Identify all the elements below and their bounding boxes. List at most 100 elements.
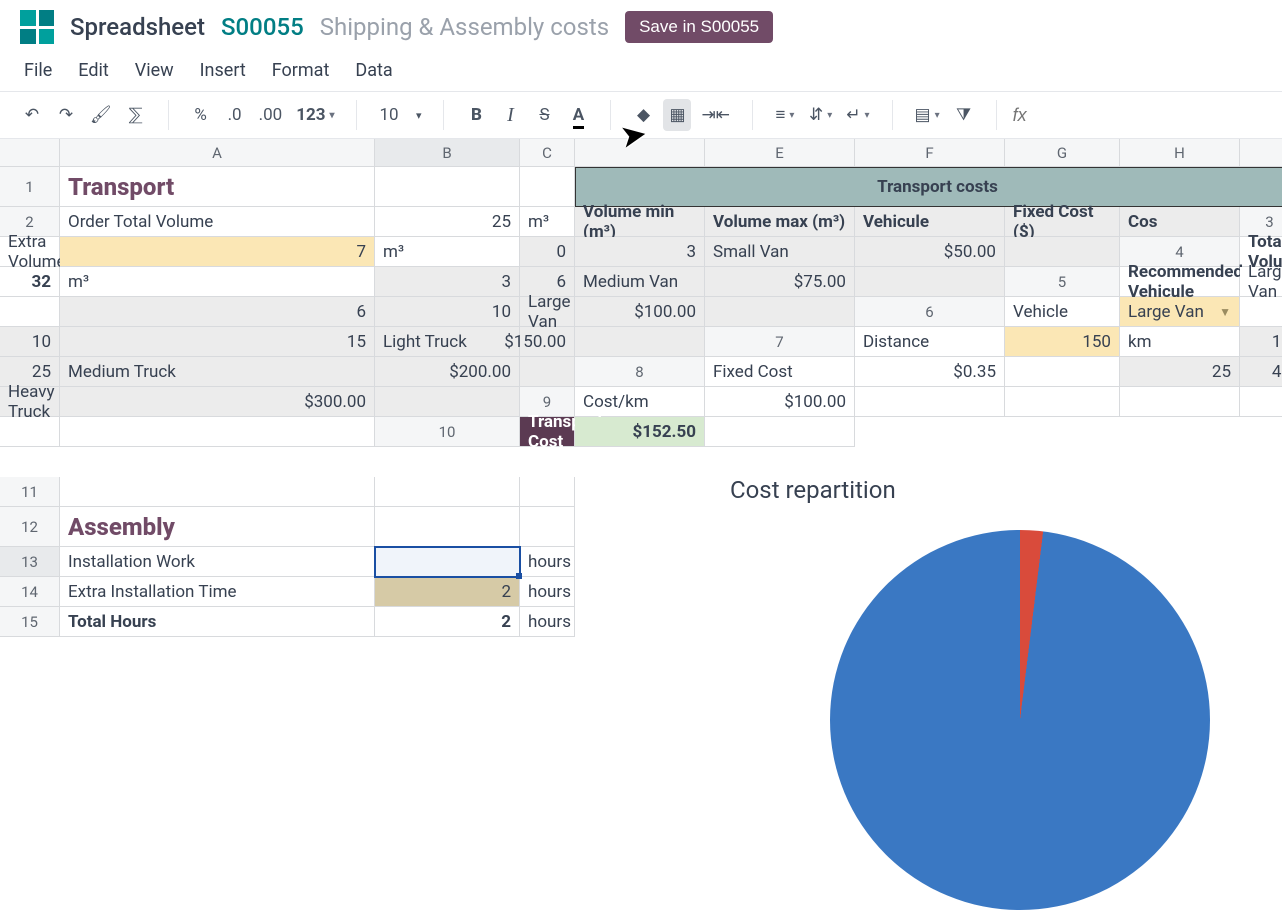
cell[interactable] (855, 387, 1005, 417)
cell[interactable]: 3 (375, 267, 520, 297)
cell[interactable]: $100.00 (575, 297, 705, 327)
cell[interactable] (375, 507, 520, 547)
cell[interactable]: Transport (60, 167, 375, 207)
cell[interactable] (375, 167, 520, 207)
cell[interactable] (575, 327, 705, 357)
menu-file[interactable]: File (24, 60, 52, 81)
cell[interactable]: Small Van (705, 237, 855, 267)
cell[interactable]: 40 (1240, 357, 1282, 387)
paint-format-button[interactable]: 🖌 (86, 99, 116, 131)
cell[interactable] (1240, 297, 1282, 327)
cell[interactable]: $200.00 (375, 357, 520, 387)
formula-bar[interactable] (1007, 104, 1272, 127)
decrease-decimal-button[interactable]: .0 (221, 99, 249, 131)
cell[interactable] (0, 417, 60, 447)
cell[interactable]: 25 (1120, 357, 1240, 387)
fill-color-button[interactable]: ◆ (629, 99, 657, 131)
cell[interactable]: 150 (1005, 327, 1120, 357)
menu-edit[interactable]: Edit (78, 60, 108, 81)
cell[interactable]: Assembly (60, 507, 375, 547)
col-header-E[interactable]: E (705, 139, 855, 167)
selected-cell[interactable] (375, 547, 520, 577)
row-header[interactable]: 11 (0, 477, 60, 507)
cell[interactable]: Cos (1120, 207, 1240, 237)
save-button[interactable]: Save in S00055 (625, 11, 773, 43)
cell[interactable]: m³ (60, 267, 375, 297)
menu-view[interactable]: View (135, 60, 174, 81)
cell[interactable]: Extra Installation Time (60, 577, 375, 607)
cell[interactable]: 6 (60, 297, 375, 327)
cell[interactable] (1120, 387, 1240, 417)
cell[interactable]: Large Van (520, 297, 575, 327)
cell[interactable]: Heavy Truck (0, 387, 60, 417)
vertical-align-dropdown[interactable]: ⇵ (805, 99, 836, 131)
row-header[interactable]: 1 (0, 167, 60, 207)
row-header[interactable]: 7 (705, 327, 855, 357)
cell[interactable]: $300.00 (60, 387, 375, 417)
cell[interactable]: 15 (1240, 327, 1282, 357)
merge-cells-button[interactable]: ⇥⇤ (697, 99, 734, 131)
cell[interactable]: 0 (520, 237, 575, 267)
select-all-corner[interactable] (0, 139, 60, 167)
strike-button[interactable]: S (530, 99, 558, 131)
cell[interactable]: hours (520, 577, 575, 607)
cell[interactable]: Fixed Cost ($) (1005, 207, 1120, 237)
cell[interactable]: Fixed Cost (705, 357, 855, 387)
cell[interactable]: Total Hours (60, 607, 375, 637)
cell[interactable]: Recommended Vehicule (1120, 267, 1240, 297)
cell[interactable] (1005, 357, 1120, 387)
increase-decimal-button[interactable]: .00 (255, 99, 287, 131)
cell[interactable]: $50.00 (855, 237, 1005, 267)
bold-button[interactable]: B (462, 99, 490, 131)
row-header[interactable]: 13 (0, 547, 60, 577)
cell[interactable]: 2 (375, 607, 520, 637)
cell[interactable]: Extra Volume (0, 237, 60, 267)
borders-button[interactable]: ▦ (663, 99, 691, 131)
cell[interactable] (705, 297, 855, 327)
cell[interactable] (0, 297, 60, 327)
font-size-dropdown[interactable]: 10 ▾ (375, 99, 425, 131)
cell[interactable]: Installation Work (60, 547, 375, 577)
cell[interactable]: Vehicule (855, 207, 1005, 237)
filter-button[interactable]: ⧩ (950, 99, 978, 131)
cell[interactable]: 3 (575, 237, 705, 267)
cell[interactable] (855, 267, 1005, 297)
cell[interactable]: Light Truck (375, 327, 520, 357)
undo-button[interactable]: ↶ (18, 99, 46, 131)
clear-format-button[interactable]: ⅀ (122, 99, 150, 131)
cell[interactable] (60, 417, 375, 447)
italic-button[interactable]: I (496, 99, 524, 131)
cell[interactable]: Volume max (m³) (705, 207, 855, 237)
col-header-H[interactable]: H (1120, 139, 1240, 167)
insert-link-dropdown[interactable]: ▤ (911, 99, 944, 131)
col-header-B[interactable]: B (375, 139, 520, 167)
col-header-A[interactable]: A (60, 139, 375, 167)
cell[interactable]: $150.00 (520, 327, 575, 357)
col-header-G[interactable]: G (1005, 139, 1120, 167)
cell[interactable]: $75.00 (705, 267, 855, 297)
cell[interactable]: $152.50 (575, 417, 705, 447)
cell[interactable] (1005, 237, 1120, 267)
cell[interactable] (1240, 387, 1282, 417)
cell[interactable] (60, 477, 375, 507)
row-header[interactable]: 6 (855, 297, 1005, 327)
cell[interactable]: Transport Cost (520, 417, 575, 447)
row-header[interactable]: 5 (1005, 267, 1120, 297)
number-format-dropdown[interactable]: 123 (292, 99, 338, 131)
row-header[interactable]: 15 (0, 607, 60, 637)
row-header[interactable]: 10 (375, 417, 520, 447)
cell[interactable] (520, 477, 575, 507)
col-header-C[interactable]: C (520, 139, 575, 167)
cell[interactable]: hours (520, 607, 575, 637)
menu-insert[interactable]: Insert (200, 60, 246, 81)
cell[interactable]: Volume min (m³) (575, 207, 705, 237)
cell[interactable]: 2 (375, 577, 520, 607)
horizontal-align-dropdown[interactable]: ≡ (771, 99, 799, 131)
cell[interactable]: 10 (0, 327, 60, 357)
cell[interactable]: $100.00 (705, 387, 855, 417)
cell[interactable]: hours (520, 547, 575, 577)
redo-button[interactable]: ↷ (52, 99, 80, 131)
row-header[interactable]: 14 (0, 577, 60, 607)
menu-format[interactable]: Format (272, 60, 330, 81)
row-header[interactable]: 8 (575, 357, 705, 387)
